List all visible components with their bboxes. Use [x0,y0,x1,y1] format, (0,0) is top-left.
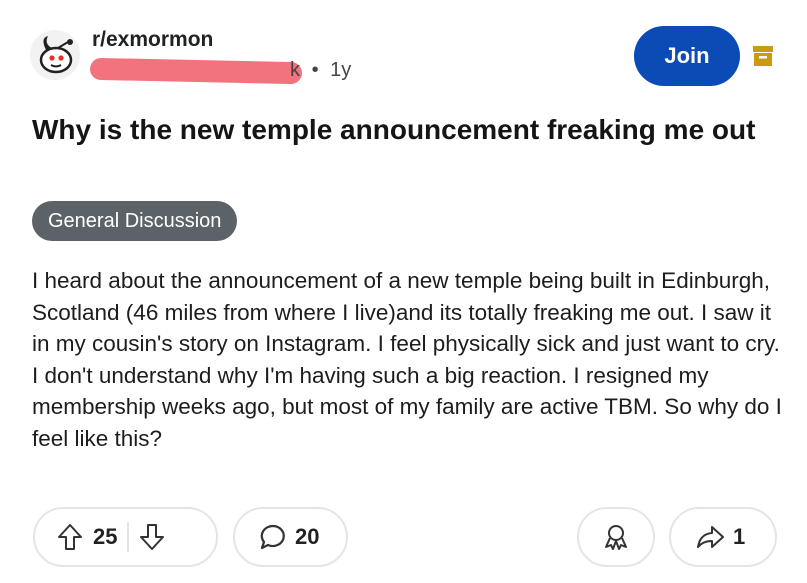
speech-bubble-icon [259,523,287,551]
meta-separator: • [311,59,319,81]
comments-button[interactable]: 20 [233,507,348,567]
comment-count: 20 [295,524,320,549]
arrow-down-icon[interactable] [139,523,165,551]
arrow-up-icon[interactable] [57,523,83,551]
archive-box-icon [752,44,774,68]
subreddit-avatar[interactable] [30,30,80,80]
post-flair[interactable]: General Discussion [32,201,238,241]
share-arrow-icon [695,524,725,550]
snoo-icon [30,30,80,80]
username-redaction [89,57,303,85]
award-button[interactable] [577,507,655,567]
post-meta: k • 1y [290,59,351,82]
post-title[interactable]: Why is the new temple announcement freak… [32,110,772,150]
post-body: I heard about the announcement of a new … [32,268,782,451]
join-button[interactable]: Join [634,26,740,86]
vote-bar: 25 [33,507,218,567]
share-button[interactable]: 1 [669,507,777,567]
vote-score: 25 [93,524,118,549]
subreddit-name[interactable]: r/exmormon [92,28,213,52]
share-count: 1 [733,524,746,549]
post-age: 1y [330,59,352,81]
username-tail: k [290,59,300,81]
vote-divider [127,522,130,552]
award-icon [602,523,630,551]
